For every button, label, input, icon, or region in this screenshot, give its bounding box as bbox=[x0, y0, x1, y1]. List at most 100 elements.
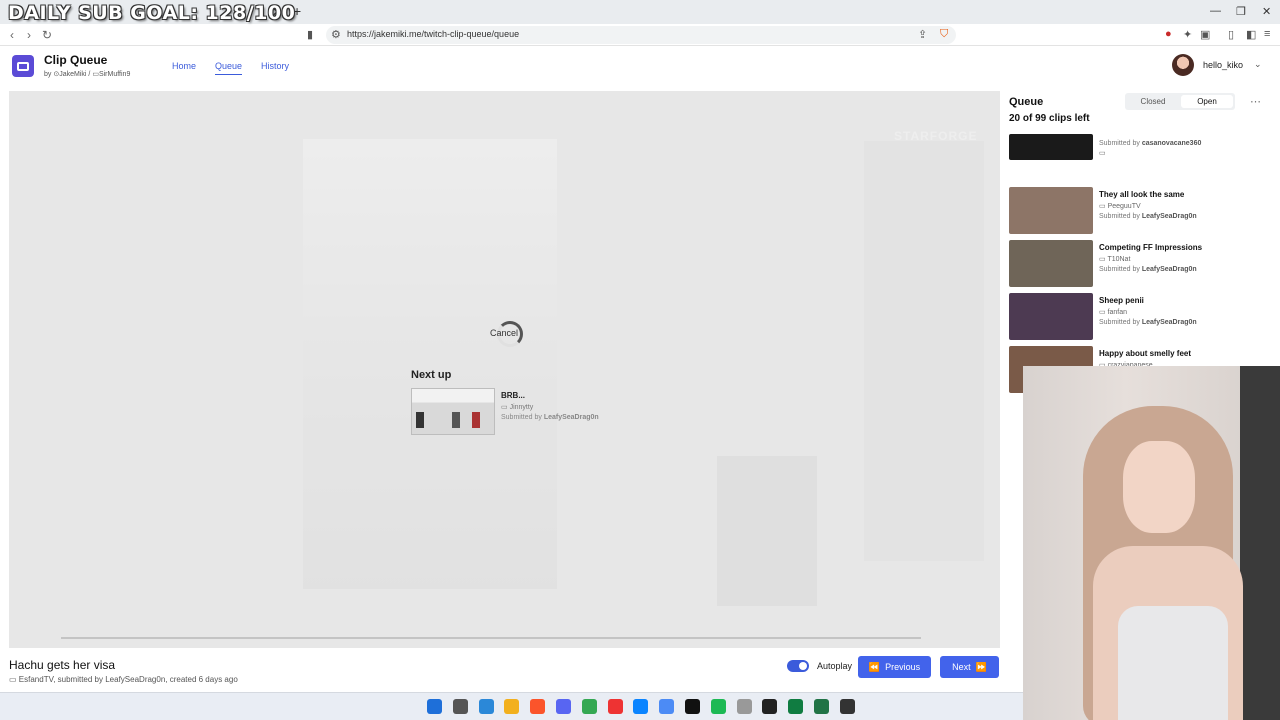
submitted-prefix: Submitted by bbox=[501, 414, 542, 421]
menu-icon[interactable]: ≡ bbox=[1264, 28, 1270, 40]
queue-open-option[interactable]: Open bbox=[1181, 95, 1233, 108]
author-link-1[interactable]: JakeMiki bbox=[59, 71, 86, 78]
avatar[interactable] bbox=[1172, 54, 1194, 76]
taskbar-app-icon[interactable] bbox=[762, 699, 778, 714]
skip-forward-icon: ⏩ bbox=[975, 661, 987, 672]
taskbar-app-icon[interactable] bbox=[710, 699, 726, 714]
queue-item[interactable]: They all look the same ▭ PeeguuTV Submitte… bbox=[1009, 187, 1264, 235]
submitter-name: LeafySeaDrag0n bbox=[543, 414, 599, 421]
taskbar-app-icon[interactable] bbox=[530, 699, 546, 714]
clip-meta-end: , created 6 days ago bbox=[165, 675, 238, 684]
extension-icon[interactable]: ● bbox=[1165, 28, 1172, 40]
site-settings-icon[interactable]: ⚙ bbox=[331, 28, 341, 41]
sidebar-icon[interactable]: ◧ bbox=[1246, 28, 1256, 41]
twitch-icon: ▭ bbox=[9, 675, 19, 684]
nav-home[interactable]: Home bbox=[172, 61, 196, 71]
queue-item-thumbnail[interactable] bbox=[1009, 134, 1093, 160]
twitch-icon: ▭ bbox=[1099, 150, 1106, 157]
cancel-button[interactable]: Cancel bbox=[490, 328, 518, 338]
queue-item-title[interactable]: They all look the same bbox=[1099, 190, 1184, 199]
queue-title: Queue bbox=[1009, 96, 1044, 108]
wallet-icon[interactable]: ▣ bbox=[1200, 28, 1210, 41]
next-clip-thumbnail[interactable] bbox=[411, 388, 495, 435]
queue-item-channel-name: PeeguuTV bbox=[1107, 203, 1141, 210]
current-clip-meta: ▭ EsfandTV, submitted by LeafySeaDrag0n,… bbox=[9, 675, 238, 684]
queue-item-title[interactable]: Happy about smelly feet bbox=[1099, 349, 1191, 358]
next-up-heading: Next up bbox=[411, 369, 452, 381]
share-icon[interactable]: ⇪ bbox=[918, 28, 927, 41]
queue-item[interactable]: Competing FF Impressions ▭ T10Nat Submitte… bbox=[1009, 240, 1264, 288]
queue-item[interactable]: Sheep penii ▭ fanfan Submitted by LeafySea… bbox=[1009, 293, 1264, 341]
next-clip-channel-name: Jinnytty bbox=[509, 404, 534, 411]
submitted-prefix: Submitted by bbox=[1099, 319, 1140, 326]
address-bar: ‹ › ↻ ▮ ⚙ https://jakemiki.me/twitch-cli… bbox=[0, 24, 1280, 46]
taskbar-app-icon[interactable] bbox=[633, 699, 649, 714]
app-title: Clip Queue bbox=[44, 53, 108, 67]
bookmark-icon[interactable]: ▮ bbox=[307, 28, 313, 41]
loading-veil bbox=[9, 91, 1000, 648]
more-options-icon[interactable]: ⋯ bbox=[1250, 95, 1261, 108]
webcam-face bbox=[1123, 441, 1195, 533]
previous-label: Previous bbox=[885, 662, 921, 672]
app-byline: by ⊙JakeMiki / ▭SirMuffin9 bbox=[44, 70, 130, 78]
username[interactable]: hello_kiko bbox=[1203, 60, 1243, 70]
taskbar-app-icon[interactable] bbox=[736, 699, 752, 714]
autoplay-toggle[interactable] bbox=[787, 660, 809, 672]
author-link-2[interactable]: SirMuffin9 bbox=[99, 71, 130, 78]
video-player[interactable]: STARFORGE bbox=[9, 91, 1000, 648]
taskbar-app-icon[interactable] bbox=[607, 699, 623, 714]
clip-channel[interactable]: EsfandTV bbox=[19, 675, 53, 684]
taskbar-app-icon[interactable] bbox=[839, 699, 855, 714]
taskbar-app-icon[interactable] bbox=[659, 699, 675, 714]
app-header: Clip Queue by ⊙JakeMiki / ▭SirMuffin9 Ho… bbox=[0, 47, 1280, 87]
submitted-prefix: Submitted by bbox=[1099, 140, 1140, 147]
queue-item-thumbnail[interactable] bbox=[1009, 187, 1093, 234]
taskbar-app-icon[interactable] bbox=[556, 699, 571, 714]
next-clip-submitter: Submitted by LeafySeaDrag0n bbox=[501, 414, 599, 421]
reload-icon[interactable]: ↻ bbox=[42, 28, 52, 42]
taskbar-app-icon[interactable] bbox=[504, 699, 520, 714]
maximize-icon[interactable]: ❐ bbox=[1236, 5, 1246, 18]
queue-count: 20 of 99 clips left bbox=[1009, 113, 1090, 124]
queue-item-submitter: Submitted by LeafySeaDrag0n bbox=[1099, 319, 1197, 326]
minimize-icon[interactable]: — bbox=[1210, 5, 1221, 17]
window-close-icon[interactable]: ✕ bbox=[1262, 5, 1271, 18]
taskbar-app-icon[interactable] bbox=[452, 699, 468, 714]
nav-queue[interactable]: Queue bbox=[215, 61, 243, 75]
byline-separator: / bbox=[88, 71, 91, 78]
taskbar-app-icon[interactable] bbox=[478, 699, 494, 714]
queue-item-thumbnail[interactable] bbox=[1009, 240, 1093, 287]
queue-item-title[interactable]: Competing FF Impressions bbox=[1099, 243, 1202, 252]
queue-item-channel: ▭ bbox=[1099, 149, 1106, 157]
taskbar-app-icon[interactable] bbox=[427, 699, 442, 714]
taskbar-app-icon[interactable] bbox=[685, 699, 700, 714]
bookmarks-icon[interactable]: ▯ bbox=[1228, 28, 1234, 41]
streamer-webcam bbox=[1023, 366, 1280, 720]
nav-history[interactable]: History bbox=[261, 61, 289, 71]
tv-logo-icon bbox=[12, 55, 34, 77]
extensions-puzzle-icon[interactable]: ✦ bbox=[1183, 28, 1192, 41]
queue-item-channel: ▭ PeeguuTV bbox=[1099, 202, 1141, 210]
queue-item-title[interactable]: Sheep penii bbox=[1099, 296, 1144, 305]
brave-shield-icon[interactable]: ⛉ bbox=[940, 28, 948, 41]
taskbar-app-icon[interactable] bbox=[581, 699, 597, 714]
queue-item-channel: ▭ T10Nat bbox=[1099, 255, 1130, 263]
queue-item-thumbnail[interactable] bbox=[1009, 293, 1093, 340]
forward-icon[interactable]: › bbox=[27, 28, 31, 42]
next-button[interactable]: Next ⏩ bbox=[940, 656, 999, 678]
submitter-name: LeafySeaDrag0n bbox=[1141, 319, 1197, 326]
video-progress-bar[interactable] bbox=[61, 637, 921, 639]
next-clip-title[interactable]: BRB... bbox=[501, 391, 525, 400]
rewind-icon: ⏪ bbox=[868, 661, 881, 672]
taskbar-app-icon[interactable] bbox=[814, 699, 829, 714]
queue-item[interactable]: ▭ Submitted by casanovacane360 bbox=[1009, 134, 1264, 162]
back-icon[interactable]: ‹ bbox=[10, 28, 14, 42]
taskbar-app-icon[interactable] bbox=[788, 699, 804, 714]
previous-button[interactable]: ⏪ Previous bbox=[858, 656, 931, 678]
video-brand-text: STARFORGE bbox=[894, 129, 978, 143]
webcam-background bbox=[1240, 366, 1280, 720]
queue-closed-option[interactable]: Closed bbox=[1127, 95, 1179, 108]
webcam-clothing bbox=[1118, 606, 1228, 720]
chevron-down-icon[interactable]: ⌄ bbox=[1254, 59, 1262, 70]
url-text[interactable]: https://jakemiki.me/twitch-clip-queue/qu… bbox=[347, 29, 519, 39]
